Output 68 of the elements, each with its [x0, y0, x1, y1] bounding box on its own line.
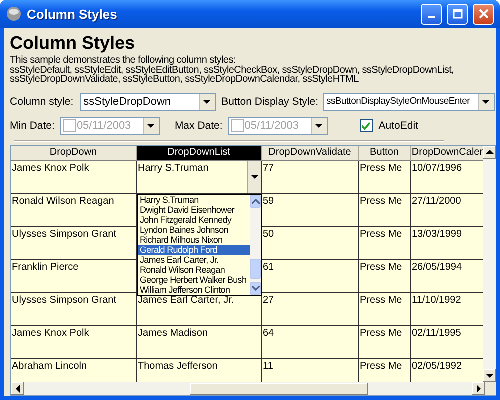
close-icon [478, 9, 488, 19]
caret-icon [147, 122, 156, 128]
dropdown-button[interactable] [142, 118, 159, 134]
button-display-style-label: Button Display Style: [222, 96, 318, 108]
maximize-icon [452, 9, 462, 19]
column-header[interactable]: DropDownValidate [262, 146, 359, 160]
table-cell: Press Me [359, 260, 411, 292]
scroll-thumb[interactable] [250, 258, 261, 278]
date-label: Min Date: [10, 120, 55, 132]
scroll-right-icon [476, 384, 482, 392]
caret-icon [203, 98, 212, 104]
table-cell: Press Me [359, 160, 411, 194]
column-header[interactable]: DropDownCaler [411, 146, 483, 160]
autoedit-label: AutoEdit [378, 120, 418, 132]
list-item[interactable]: Gerald Rudolph Ford [138, 244, 250, 254]
scroll-down-icon [486, 372, 494, 378]
table-cell: James Knox Polk [11, 326, 137, 358]
list-scrollbar[interactable] [250, 194, 261, 294]
page-heading: Column Styles [10, 33, 136, 53]
dropdown-button[interactable] [310, 118, 327, 134]
button-display-style-combo[interactable]: ssButtonDisplayStyleOnMouseEnter [322, 92, 494, 110]
description-text: ssStyleDefault, ssStyleEdit, ssStyleEditButton, ssStyleCheckBox, ssStyleDropDown, ssStyleDropDownList, [10, 66, 456, 75]
list-item[interactable]: Lyndon Baines Johnson [138, 224, 250, 234]
date-label: Max Date: [174, 120, 223, 132]
autoedit-checkbox[interactable] [360, 119, 373, 132]
vertical-scrollbar[interactable] [483, 146, 496, 382]
table-cell: Press Me [359, 326, 411, 358]
caret-icon [315, 122, 324, 128]
description-text: ssStyleDropDownValidate, ssStyleButton, ssStyleDropDownCalendar, ssStyleHTML [10, 75, 359, 84]
caret-icon [482, 98, 490, 104]
dropdown-button[interactable] [247, 160, 261, 192]
column-header[interactable]: DropDown [11, 146, 137, 160]
column-header[interactable]: Button [359, 146, 411, 160]
list-item[interactable]: William Jefferson Clinton [138, 284, 250, 294]
table-cell: Press Me [359, 226, 411, 260]
checkbox[interactable] [230, 119, 244, 132]
table-cell: James Madison [137, 326, 262, 358]
list-item[interactable]: George Herbert Walker Bush [138, 274, 250, 284]
column-header[interactable]: DropDownList [137, 146, 262, 160]
column-style-combo[interactable]: ssStyleDropDown [80, 92, 216, 110]
table-cell: Press Me [359, 194, 411, 226]
list-item[interactable]: Ronald Wilson Reagan [138, 264, 250, 274]
app-icon [6, 6, 22, 22]
table-cell: 27 [262, 292, 359, 326]
table-cell: 77 [262, 160, 359, 194]
description-text: This sample demonstrates the following column styles: [10, 56, 236, 66]
list-item[interactable]: Richard Milhous Nixon [138, 234, 250, 244]
check-icon [362, 122, 370, 130]
scroll-up-icon [486, 149, 494, 155]
table-cell: Ulysses Simpson Grant [11, 292, 137, 326]
close-button[interactable] [473, 4, 494, 24]
list-item[interactable]: James Earl Carter, Jr. [138, 254, 250, 264]
chevron-down-icon [252, 286, 260, 290]
chevron-up-icon [252, 198, 260, 204]
list-item[interactable]: Harry S.Truman [138, 194, 250, 204]
caret-icon [250, 174, 258, 180]
list-item[interactable]: Dwight David Eisenhower [138, 204, 250, 214]
editing-cell[interactable]: Harry S.Truman [137, 160, 262, 194]
horizontal-scrollbar[interactable] [11, 382, 485, 395]
table-cell: Press Me [359, 292, 411, 326]
scroll-left-icon [14, 384, 20, 392]
minimize-button[interactable] [421, 4, 442, 24]
list-item[interactable]: John Fitzgerald Kennedy [138, 214, 250, 224]
window-title: Column Styles [27, 6, 118, 22]
maximize-button[interactable] [447, 4, 468, 24]
table-cell: 64 [262, 326, 359, 358]
column-style-label: Column style: [10, 96, 74, 108]
checkbox[interactable] [62, 119, 76, 132]
